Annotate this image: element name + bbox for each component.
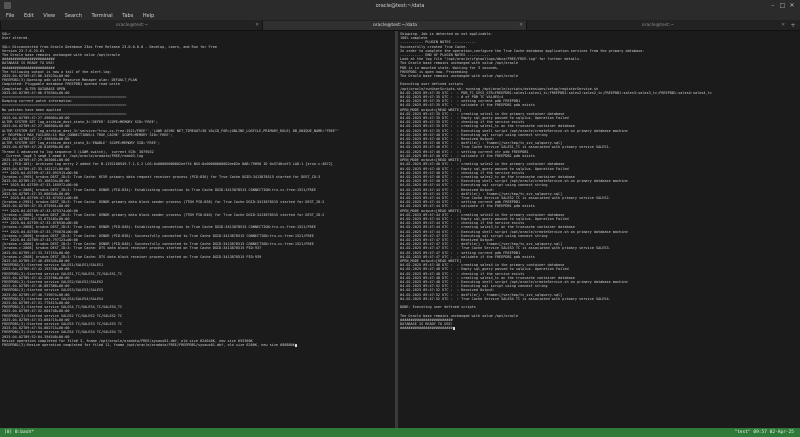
close-icon[interactable]: ✕: [788, 2, 796, 10]
menu-file[interactable]: File: [0, 12, 18, 19]
tab-3-label: oracle@test:~: [641, 23, 675, 28]
menu-view[interactable]: View: [39, 12, 59, 19]
tab-1[interactable]: oracle@test:~ ✕: [0, 21, 263, 30]
status-left: [0] 0:bash*: [4, 430, 34, 435]
menu-help[interactable]: Help: [139, 12, 158, 19]
menu-search[interactable]: Search: [61, 12, 86, 19]
tab-bar: oracle@test:~ ✕ oracle@test:~/data ✕ ora…: [0, 20, 800, 31]
window-title: oracle@test:~/data: [375, 3, 425, 9]
tab-2[interactable]: oracle@test:~/data ✕: [262, 21, 527, 30]
terminal-cursor: [294, 343, 297, 348]
tab-1-label: oracle@test:~: [115, 23, 149, 28]
left-terminal-output: SQL> User altered. SQL> Disconnected from…: [0, 31, 395, 348]
right-terminal-pane[interactable]: Skipping. Job is detected as not applica…: [398, 31, 800, 428]
right-terminal-output: Skipping. Job is detected as not applica…: [398, 31, 800, 331]
window-titlebar: oracle@test:~/data – □ ✕: [0, 0, 800, 12]
window-controls: – □ ✕: [769, 2, 796, 10]
menu-tabs[interactable]: Tabs: [118, 12, 137, 19]
new-tab-icon[interactable]: +: [788, 21, 798, 30]
tab-3-close-icon[interactable]: ✕: [781, 21, 785, 30]
tab-2-label: oracle@test:~/data: [373, 23, 417, 28]
left-terminal-line: FREEPDB1(3):Resize operation completed f…: [2, 343, 297, 348]
tab-3[interactable]: oracle@test:~ ✕: [526, 21, 789, 30]
tmux-status-bar: [0] 0:bash* "test" 09:57 02-Apr-25: [0, 428, 800, 437]
terminal-cursor: [452, 326, 455, 331]
maximize-icon[interactable]: □: [778, 2, 786, 10]
tab-2-close-icon[interactable]: ✕: [519, 21, 523, 30]
tab-1-close-icon[interactable]: ✕: [255, 21, 259, 30]
menu-bar: File Edit View Search Terminal Tabs Help: [0, 12, 800, 20]
status-right: "test" 09:57 02-Apr-25: [734, 430, 794, 435]
menu-edit[interactable]: Edit: [20, 12, 38, 19]
right-terminal-line: #########################: [400, 326, 455, 331]
minimize-icon[interactable]: –: [769, 2, 777, 10]
left-terminal-pane[interactable]: SQL> User altered. SQL> Disconnected from…: [0, 31, 395, 428]
menu-terminal[interactable]: Terminal: [88, 12, 117, 19]
